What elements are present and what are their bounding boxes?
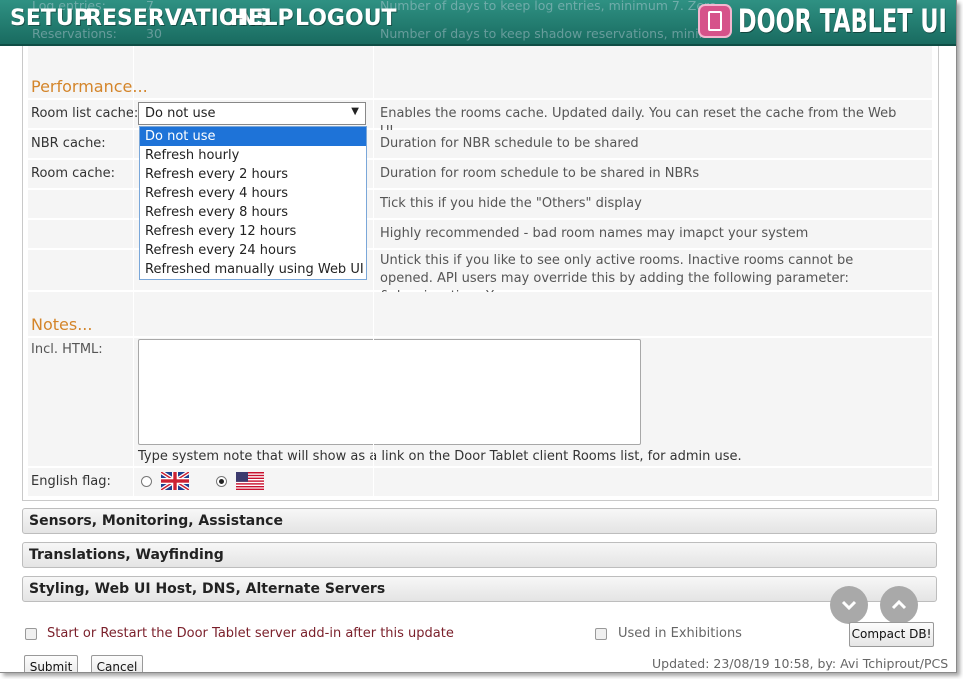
chevron-up-icon [891,600,907,610]
accordion-translations[interactable]: Translations, Wayfinding [22,542,937,568]
updated-text: Updated: 23/08/19 10:58, by: Avi Tchipro… [652,656,949,671]
exhibitions-label: Used in Exhibitions [618,626,742,641]
accordion-sensors[interactable]: Sensors, Monitoring, Assistance [22,508,937,534]
top-nav-bar: Log entries: 7 Number of days to keep lo… [0,0,956,46]
uk-flag-radio[interactable] [141,476,152,487]
notes-header-row: Notes... [28,292,932,336]
option-do-not-use[interactable]: Do not use [140,127,366,146]
restart-addin-label: Start or Restart the Door Tablet server … [47,626,454,641]
nbr-cache-label: NBR cache: [31,136,106,151]
nav-setup[interactable]: SETUP [10,6,90,31]
room-list-cache-select[interactable]: Do not use ▼ [138,102,366,125]
option-refresh-2-hours[interactable]: Refresh every 2 hours [140,165,366,184]
notes-help-text: Type system note that will show as a lin… [138,449,742,464]
nav-help[interactable]: HELP [230,6,294,31]
option-refresh-hourly[interactable]: Refresh hourly [140,146,366,165]
option-refresh-24-hours[interactable]: Refresh every 24 hours [140,241,366,260]
option-refresh-12-hours[interactable]: Refresh every 12 hours [140,222,366,241]
room-names-desc: Highly recommended - bad room names may … [380,226,809,241]
us-flag-icon [236,472,264,490]
nav-logout[interactable]: LOGOUT [295,6,397,31]
chevron-down-icon [841,600,857,610]
incl-html-textarea[interactable] [138,339,641,445]
dropdown-arrow-icon: ▼ [351,106,359,117]
hide-others-desc: Tick this if you hide the "Others" displ… [380,196,642,211]
room-cache-label: Room cache: [31,166,116,181]
exhibitions-checkbox[interactable] [595,628,607,640]
tablet-icon [698,4,732,38]
cancel-button[interactable]: Cancel [91,655,143,672]
performance-header-row: Performance... [28,44,932,98]
app-window: Log entries: 7 Number of days to keep lo… [0,0,957,673]
room-list-cache-options: Do not use Refresh hourly Refresh every … [139,126,367,280]
option-refresh-4-hours[interactable]: Refresh every 4 hours [140,184,366,203]
reservations-desc: Number of days to keep shadow reservatio… [380,26,711,41]
performance-title: Performance... [31,77,148,96]
settings-panel: Performance... Room list cache: Enables … [22,44,939,501]
logo-text: DOOR TABLET UI [738,2,947,40]
nbr-cache-desc: Duration for NBR schedule to be shared [380,136,639,151]
restart-addin-checkbox[interactable] [25,628,37,640]
room-list-cache-value: Do not use [145,106,216,121]
app-logo: DOOR TABLET UI [698,2,956,40]
submit-button[interactable]: Submit [24,655,78,672]
log-entries-desc: Number of days to keep log entries, mini… [380,0,717,13]
compact-db-button[interactable]: Compact DB! [849,622,934,647]
scroll-down-button[interactable] [830,586,868,624]
accordion-styling[interactable]: Styling, Web UI Host, DNS, Alternate Ser… [22,576,937,602]
option-refreshed-manually[interactable]: Refreshed manually using Web UI [140,260,366,279]
accordion-sensors-label: Sensors, Monitoring, Assistance [29,513,283,529]
main-menu: SETUP RESERVATIONS HELP LOGOUT [10,6,397,31]
us-flag-radio[interactable] [216,476,227,487]
room-cache-desc: Duration for room schedule to be shared … [380,166,700,181]
notes-title: Notes... [31,315,93,334]
room-list-cache-label: Room list cache: [31,106,139,121]
english-flag-label: English flag: [31,474,111,489]
accordion-translations-label: Translations, Wayfinding [29,547,224,563]
option-refresh-8-hours[interactable]: Refresh every 8 hours [140,203,366,222]
incl-html-label: Incl. HTML: [31,342,103,357]
scroll-up-button[interactable] [880,586,918,624]
uk-flag-icon [161,472,189,490]
accordion-styling-label: Styling, Web UI Host, DNS, Alternate Ser… [29,581,386,597]
